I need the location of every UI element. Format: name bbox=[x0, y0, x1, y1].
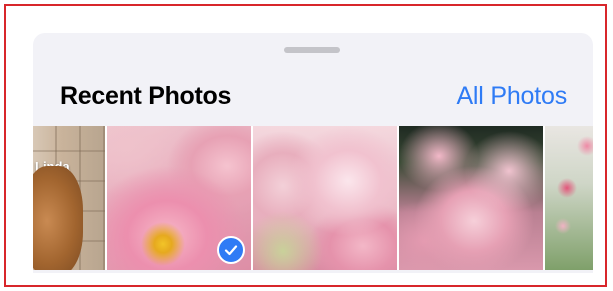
photo-thumbnail-peonies[interactable] bbox=[253, 126, 397, 270]
photo-thumbnail-dog[interactable]: Linda bbox=[33, 126, 105, 270]
sheet-grabber-handle[interactable] bbox=[284, 47, 340, 53]
sheet-title: Recent Photos bbox=[60, 82, 232, 110]
photo-album-label: Linda bbox=[35, 159, 70, 174]
all-photos-link[interactable]: All Photos bbox=[456, 82, 567, 111]
recent-photos-strip[interactable]: Linda bbox=[33, 126, 593, 270]
checkmark-icon bbox=[217, 236, 245, 264]
photo-thumbnail-roses[interactable] bbox=[545, 126, 593, 270]
photo-picker-sheet: Recent Photos All Photos Linda bbox=[33, 33, 593, 273]
photo-thumbnail-peony-closeup[interactable] bbox=[107, 126, 251, 270]
photo-thumbnail-peony-bouquet[interactable] bbox=[399, 126, 543, 270]
